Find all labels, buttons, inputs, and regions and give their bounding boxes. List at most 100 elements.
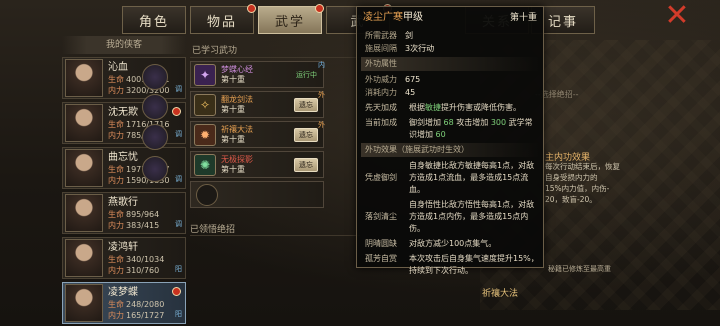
skill-level: 第十重 <box>221 74 245 84</box>
equipped-skill-slot[interactable] <box>142 64 168 90</box>
learned-skills-title: 已学习武功 <box>190 44 360 58</box>
hero-card-selected[interactable]: 凌梦蝶 生命 248/2080 内力 165/1727 阳 <box>62 282 186 324</box>
effect-entry: 阴晴圆缺 对敌方减少100点集气。 <box>357 238 543 250</box>
effect-text: 本次攻击后自身集气速度提升15%，持续到下次行动。 <box>409 254 539 275</box>
mp-label: 内力 <box>108 265 124 275</box>
weapon-label: 所需武器 <box>365 31 397 40</box>
hp-label: 生命 <box>108 254 124 264</box>
effect-line: 15%内力值，内伤- <box>545 184 610 193</box>
bonus-value: 68 <box>443 118 454 127</box>
hero-mp: 165/1727 <box>126 310 165 320</box>
effect-name: 凭虚御剑 <box>365 173 397 182</box>
skill-icon: ✧ <box>194 93 216 116</box>
tooltip-header: 凌尘广寒甲级 第十重 <box>357 7 543 29</box>
hero-portrait <box>65 59 103 97</box>
innate-label: 先天加成 <box>365 103 397 112</box>
hero-hp: 895/964 <box>126 209 160 219</box>
forget-button[interactable]: 遗忘 <box>294 98 318 112</box>
bonus-value: 60 <box>435 130 446 139</box>
learned-skills-panel: 已学习武功 ✦ 梦蝶心经 第十重 运行中 内 ✧ 翻龙剑法 第十重 遗忘 外 ✹… <box>190 44 360 244</box>
tab-martial-arts[interactable]: 武学 <box>258 4 324 34</box>
hp-label: 生命 <box>108 299 124 309</box>
hero-tag: 调 <box>175 175 182 183</box>
mp-label: 内力 <box>108 220 124 230</box>
power-value: 675 <box>405 75 421 84</box>
skill-row[interactable]: ✧ 翻龙剑法 第十重 遗忘 外 <box>190 91 325 118</box>
tab-label: 物品 <box>206 14 237 30</box>
skill-icon: ✺ <box>194 153 216 176</box>
hp-label: 生命 <box>108 209 124 219</box>
hero-portrait <box>65 194 103 232</box>
tab-label: 记事 <box>547 14 578 30</box>
skill-row[interactable]: ✹ 祈禳大法 第十重 遗忘 外 <box>190 121 325 148</box>
hero-tag: 调 <box>175 220 182 228</box>
hero-tag: 调 <box>175 85 182 93</box>
hero-card[interactable]: 燕歌行 生命 895/964 内力 383/415 调 <box>62 192 186 234</box>
skill-level: 第十重 <box>221 134 245 144</box>
effect-name: 阴晴圆缺 <box>365 239 397 248</box>
hero-portrait <box>65 104 103 142</box>
effect-entry: 凭虚御剑 自身敏捷比敌方敏捷每高1点，对敌方造成1点流血，最多造成15点流血。 <box>357 160 543 196</box>
tooltip-level: 第十重 <box>509 13 537 23</box>
skill-level: 第十重 <box>221 104 245 114</box>
hero-name: 燕歌行 <box>108 196 138 208</box>
effect-text: 对敌方减少100点集气。 <box>409 239 497 248</box>
mp-cost-label: 消耗内力 <box>365 88 397 97</box>
mp-label: 内力 <box>108 310 124 320</box>
empty-slot-icon <box>196 183 218 206</box>
hero-name: 凌梦蝶 <box>108 286 138 298</box>
current-bonus: 当前加成 御剑增加 68 攻击增加 300 武学常识增加 60 <box>365 118 533 139</box>
current-label: 当前加成 <box>365 118 397 127</box>
effect-line: 20，致盲-20。 <box>545 195 597 204</box>
notification-dot <box>172 107 181 116</box>
skill-type-badge: 外 <box>318 91 325 99</box>
empty-skill-slot[interactable] <box>190 181 324 208</box>
skill-name: 祈禳大法 <box>221 124 253 134</box>
hero-portrait <box>65 239 103 277</box>
effect-line: 每次行动结束后，恢复 <box>545 162 620 171</box>
tooltip-skill-name: 凌尘广寒 <box>363 12 403 23</box>
effects-section: 外功效果（施展武功时生效） <box>361 143 539 157</box>
weapon-value: 剑 <box>405 31 413 40</box>
effect-entry: 落剑清尘 自身悟性比敌方悟性每高1点，对敌方造成1点内伤，最多造成15点内伤。 <box>357 199 543 235</box>
skill-type-badge: 内 <box>318 61 325 69</box>
hero-card[interactable]: 凌鸿轩 生命 340/1034 内力 310/760 阳 <box>62 237 186 279</box>
equipped-skill-slot[interactable] <box>142 124 168 150</box>
hero-tag: 阳 <box>175 310 182 318</box>
learned-ultimates-title: 已领悟绝招 <box>190 222 360 236</box>
mp-cost-value: 45 <box>405 88 416 97</box>
notification-dot <box>172 287 181 296</box>
equipped-skill-slot[interactable] <box>142 156 168 182</box>
forget-button[interactable]: 遗忘 <box>294 158 318 172</box>
hero-portrait <box>65 284 103 322</box>
notification-dot <box>315 4 324 13</box>
skill-row[interactable]: ✦ 梦蝶心经 第十重 运行中 内 <box>190 61 325 88</box>
tab-items[interactable]: 物品 <box>190 4 256 34</box>
interval-label: 施展间隔 <box>365 44 397 53</box>
max-level-hint: 秘籍已修炼至最高重 <box>548 265 611 273</box>
effect-name: 落剑清尘 <box>365 212 397 221</box>
hp-label: 生命 <box>108 164 124 174</box>
hero-portrait <box>65 149 103 187</box>
close-icon[interactable]: ✕ <box>664 1 690 31</box>
skill-name: 无极探影 <box>221 154 253 164</box>
mp-label: 内力 <box>108 85 124 95</box>
notification-dot <box>247 4 256 13</box>
hero-tag: 阳 <box>175 265 182 273</box>
equipped-skill-slot[interactable] <box>142 94 168 120</box>
hero-panel-title: 我的侠客 <box>62 36 186 54</box>
tab-character[interactable]: 角色 <box>122 6 186 34</box>
skill-level: 第十重 <box>221 164 245 174</box>
forget-button[interactable]: 遗忘 <box>294 128 318 142</box>
effect-name: 孤芳自赏 <box>365 254 397 263</box>
skill-name: 梦蝶心经 <box>221 64 253 74</box>
tooltip-grade: 甲级 <box>403 12 423 23</box>
skill-row[interactable]: ✺ 无极探影 第十重 遗忘 <box>190 151 324 178</box>
effect-entry: 孤芳自赏 本次攻击后自身集气速度提升15%，持续到下次行动。 <box>357 253 543 277</box>
innate-bonus: 先天加成 根据敏捷提升伤害或降低伤害。 <box>365 103 521 112</box>
effect-line: 自身受损内力的 <box>545 173 598 182</box>
tab-label: 武学 <box>274 14 305 30</box>
selected-skill-name: 祈禳大法 <box>482 289 519 299</box>
skill-tooltip: 凌尘广寒甲级 第十重 所需武器剑 施展间隔 3次行动 外功属性 外功威力 675 消… <box>356 6 544 275</box>
mp-label: 内力 <box>108 175 124 185</box>
